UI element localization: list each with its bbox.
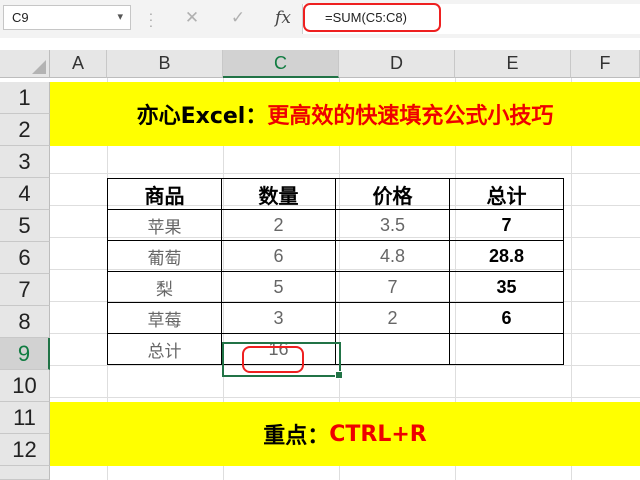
tip-banner[interactable]: 重点： CTRL+R <box>50 402 640 466</box>
header-qty[interactable]: 数量 <box>221 178 336 210</box>
row-header-8[interactable]: 8 <box>0 306 50 338</box>
tip-shortcut: CTRL+R <box>329 421 427 447</box>
name-box[interactable]: C9 ▾ <box>3 5 131 30</box>
more-icon: · · · <box>148 5 154 33</box>
row-header-10[interactable]: 10 <box>0 370 50 402</box>
item-cell[interactable]: 苹果 <box>107 209 222 241</box>
sum-total-cell[interactable] <box>449 333 564 365</box>
title-banner[interactable]: 亦心Excel： 更高效的快速填充公式小技巧 <box>50 82 640 146</box>
formula-text[interactable]: =SUM(C5:C8) <box>303 3 441 32</box>
row-header-2[interactable]: 2 <box>0 114 50 146</box>
check-icon[interactable]: ✓ <box>225 7 251 29</box>
column-header-d[interactable]: D <box>339 50 455 78</box>
column-header-c[interactable]: C <box>223 50 339 78</box>
row-header-1[interactable]: 1 <box>0 82 50 114</box>
header-price[interactable]: 价格 <box>335 178 450 210</box>
name-box-value: C9 <box>12 10 29 25</box>
sum-qty-cell[interactable]: 16 <box>221 333 336 365</box>
table-row: 梨 5 7 35 <box>107 271 564 303</box>
row-header-7[interactable]: 7 <box>0 274 50 306</box>
price-cell[interactable]: 7 <box>335 271 450 303</box>
row-header-5[interactable]: 5 <box>0 210 50 242</box>
price-cell[interactable]: 4.8 <box>335 240 450 272</box>
row-header-13[interactable] <box>0 466 50 480</box>
header-total[interactable]: 总计 <box>449 178 564 210</box>
insert-function-button[interactable]: fx <box>270 7 296 29</box>
table-row: 草莓 3 2 6 <box>107 302 564 334</box>
total-cell[interactable]: 7 <box>449 209 564 241</box>
row-header-6[interactable]: 6 <box>0 242 50 274</box>
data-table: 商品 数量 价格 总计 苹果 2 3.5 7 葡萄 6 4.8 28.8 梨 5… <box>107 178 564 365</box>
chevron-down-icon[interactable]: ▾ <box>117 6 123 29</box>
qty-cell[interactable]: 3 <box>221 302 336 334</box>
column-header-a[interactable]: A <box>50 50 107 78</box>
sum-label-cell[interactable]: 总计 <box>107 333 222 365</box>
row-header-12[interactable]: 12 <box>0 434 50 466</box>
row-header-3[interactable]: 3 <box>0 146 50 178</box>
row-header-11[interactable]: 11 <box>0 402 50 434</box>
row-header-9[interactable]: 9 <box>0 338 50 370</box>
column-header-f[interactable]: F <box>571 50 640 78</box>
column-header-e[interactable]: E <box>455 50 571 78</box>
price-cell[interactable]: 3.5 <box>335 209 450 241</box>
price-cell[interactable]: 2 <box>335 302 450 334</box>
sum-row: 总计 16 <box>107 333 564 365</box>
title-text: 更高效的快速填充公式小技巧 <box>267 104 554 129</box>
item-cell[interactable]: 草莓 <box>107 302 222 334</box>
close-icon[interactable]: ✕ <box>179 7 205 29</box>
table-row: 葡萄 6 4.8 28.8 <box>107 240 564 272</box>
tip-prefix: 重点： <box>263 424 330 449</box>
total-cell[interactable]: 28.8 <box>449 240 564 272</box>
sum-price-cell[interactable] <box>335 333 450 365</box>
total-cell[interactable]: 6 <box>449 302 564 334</box>
total-cell[interactable]: 35 <box>449 271 564 303</box>
header-item[interactable]: 商品 <box>107 178 222 210</box>
formula-bar: C9 ▾ · · · ✕ ✓ fx =SUM(C5:C8) <box>0 0 640 38</box>
select-all-button[interactable] <box>0 50 50 78</box>
qty-cell[interactable]: 6 <box>221 240 336 272</box>
title-prefix: 亦心Excel： <box>136 104 268 129</box>
item-cell[interactable]: 梨 <box>107 271 222 303</box>
row-header-4[interactable]: 4 <box>0 178 50 210</box>
table-header-row: 商品 数量 价格 总计 <box>107 178 564 210</box>
qty-cell[interactable]: 2 <box>221 209 336 241</box>
item-cell[interactable]: 葡萄 <box>107 240 222 272</box>
qty-cell[interactable]: 5 <box>221 271 336 303</box>
table-row: 苹果 2 3.5 7 <box>107 209 564 241</box>
column-header-b[interactable]: B <box>107 50 223 78</box>
